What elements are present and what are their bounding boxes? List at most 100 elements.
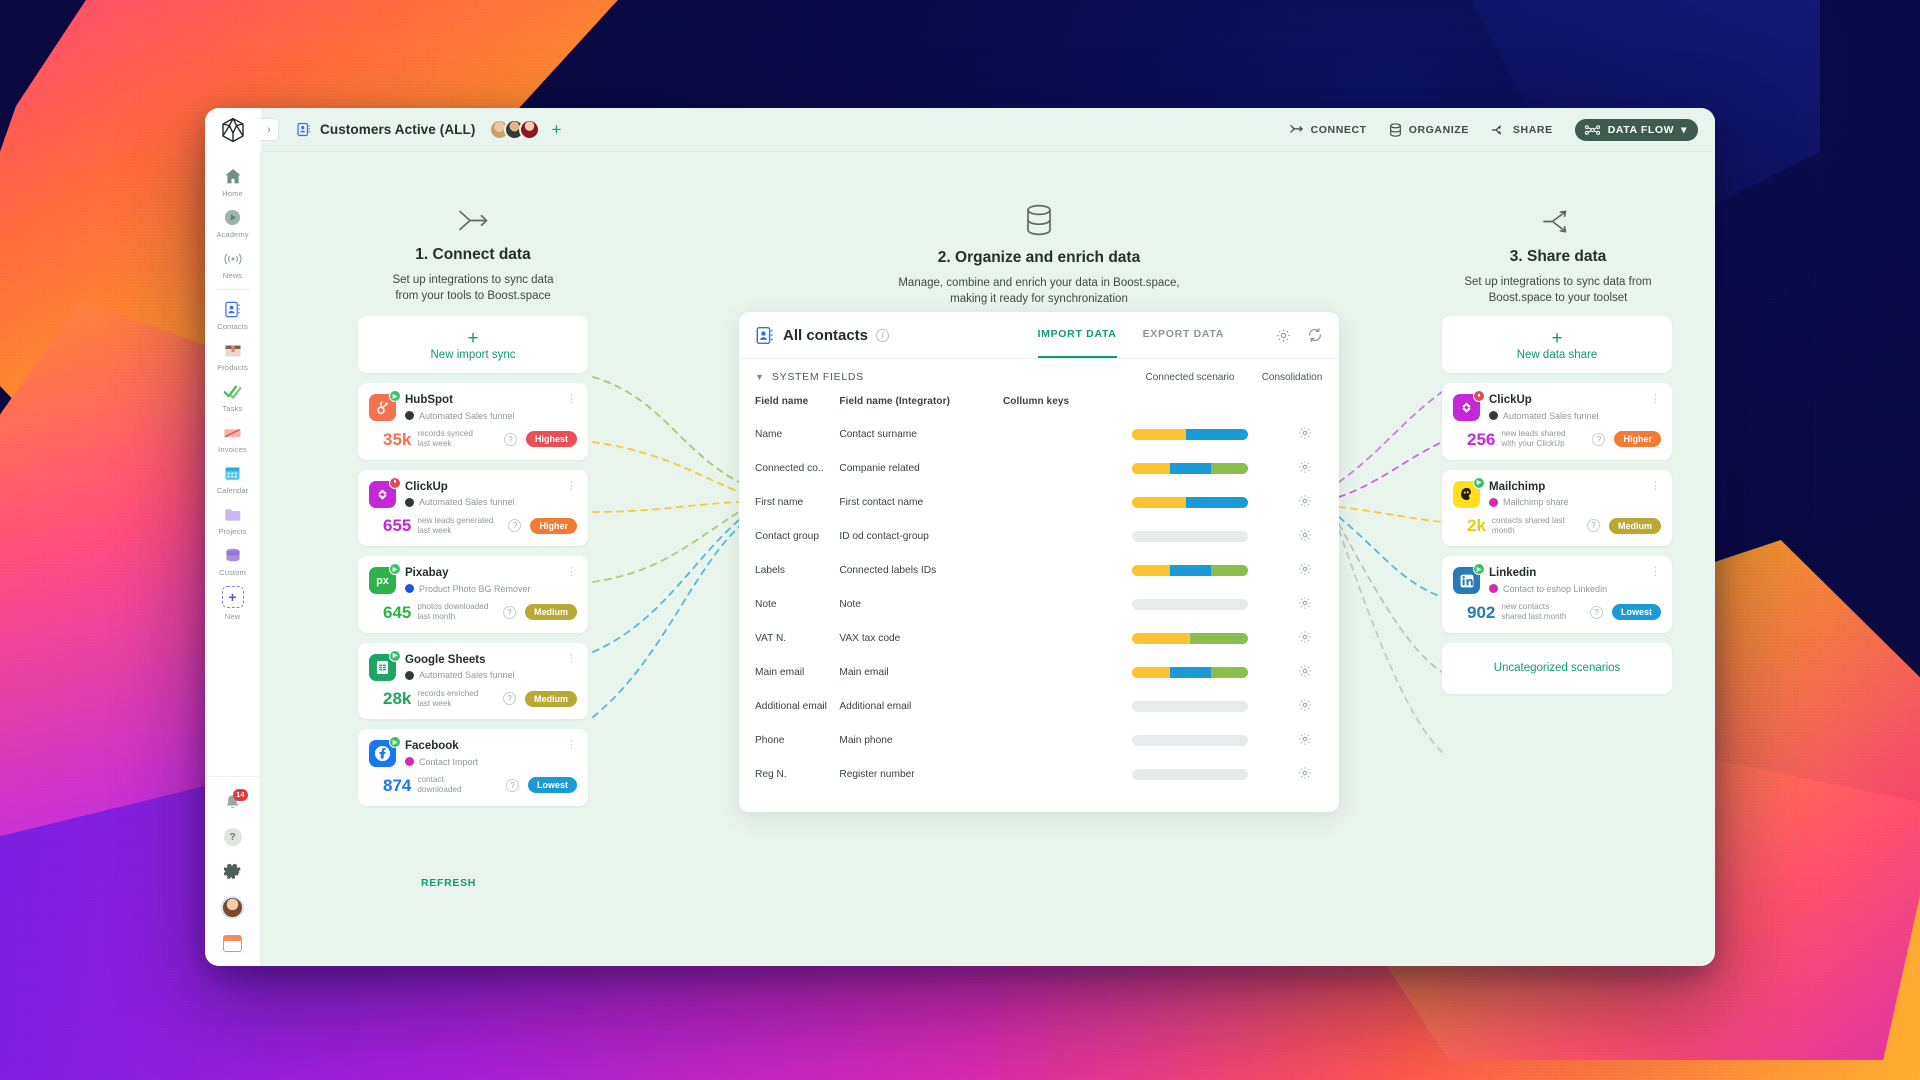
row-settings-button[interactable] (1271, 655, 1339, 689)
refresh-icon[interactable] (1307, 327, 1323, 343)
gear-icon[interactable] (1298, 528, 1312, 542)
info-icon[interactable]: i (876, 328, 890, 342)
sidebar-item-new[interactable]: + New (205, 581, 260, 625)
app-logo[interactable] (205, 108, 261, 152)
share-card-mailchimp[interactable]: ▶ Mailchimp Mailchimp share ⋮ 2k contact… (1442, 469, 1672, 546)
scenario-bar[interactable] (1131, 428, 1248, 440)
notifications-button[interactable]: 14 (224, 789, 248, 812)
sidebar-item-products[interactable]: Products (205, 335, 260, 376)
sidebar-collapse-button[interactable]: › (260, 118, 279, 141)
gear-icon[interactable] (1298, 426, 1312, 440)
help-icon[interactable]: ? (508, 519, 522, 533)
card-menu-button[interactable]: ⋮ (1650, 480, 1661, 492)
system-fields-row[interactable]: ▼ SYSTEM FIELDS Connected scenario Conso… (739, 359, 1339, 389)
integration-card-clickup[interactable]: ⏸ ClickUp Automated Sales funnel ⋮ 655 n… (358, 469, 588, 546)
card-menu-button[interactable]: ⋮ (566, 394, 577, 405)
row-settings-button[interactable] (1271, 519, 1339, 553)
add-member-button[interactable]: + (551, 121, 561, 138)
help-icon[interactable]: ? (1589, 605, 1603, 619)
avatar[interactable] (519, 119, 541, 140)
user-avatar[interactable] (221, 896, 244, 919)
card-menu-button[interactable]: ⋮ (566, 653, 577, 665)
gear-icon[interactable] (1298, 630, 1312, 644)
table-row[interactable]: Contact group ID od contact-group (739, 519, 1339, 553)
row-settings-button[interactable] (1271, 757, 1339, 791)
integration-card-hubspot[interactable]: ▶ HubSpot Automated Sales funnel ⋮ 35k r… (358, 383, 588, 460)
row-settings-button[interactable] (1271, 587, 1339, 621)
card-menu-button[interactable]: ⋮ (566, 740, 577, 751)
scenario-bar[interactable] (1131, 768, 1248, 780)
gear-icon[interactable] (1298, 562, 1312, 576)
sidebar-item-home[interactable]: Home (205, 161, 260, 202)
scenario-bar[interactable] (1131, 700, 1248, 712)
table-row[interactable]: Additional email Additional email (739, 689, 1339, 723)
gear-icon[interactable] (1298, 664, 1312, 678)
help-icon[interactable]: ? (502, 605, 516, 619)
card-menu-button[interactable]: ⋮ (1650, 567, 1661, 578)
scenario-bar[interactable] (1131, 564, 1248, 576)
organize-button[interactable]: ORGANIZE (1389, 122, 1469, 137)
gear-icon[interactable] (1298, 766, 1312, 780)
row-settings-button[interactable] (1271, 723, 1339, 757)
row-settings-button[interactable] (1271, 621, 1339, 655)
row-settings-button[interactable] (1271, 689, 1339, 723)
row-settings-button[interactable] (1271, 451, 1339, 485)
scenario-bar[interactable] (1131, 632, 1248, 644)
refresh-button[interactable]: REFRESH (421, 877, 476, 889)
tab-export-data[interactable]: EXPORT DATA (1143, 312, 1224, 358)
scenario-bar[interactable] (1131, 530, 1248, 542)
share-button[interactable]: SHARE (1491, 124, 1553, 136)
new-data-share-button[interactable]: + New data share (1442, 316, 1672, 373)
store-icon[interactable] (223, 935, 242, 952)
row-settings-button[interactable] (1271, 553, 1339, 587)
table-row[interactable]: Note Note (739, 587, 1339, 621)
gear-icon[interactable] (1298, 494, 1312, 508)
member-avatars[interactable] (489, 119, 541, 140)
help-button[interactable]: ? (223, 828, 242, 846)
gear-icon[interactable] (1298, 460, 1312, 474)
sidebar-item-projects[interactable]: Projects (205, 499, 260, 540)
card-menu-button[interactable]: ⋮ (566, 567, 577, 578)
scenario-bar[interactable] (1131, 598, 1248, 610)
uncategorized-scenarios-button[interactable]: Uncategorized scenarios (1442, 642, 1672, 694)
help-icon[interactable]: ? (503, 432, 517, 446)
table-row[interactable]: Phone Main phone (739, 723, 1339, 757)
share-card-linkedin[interactable]: ▶ Linkedin Contact to eshop Linkedin ⋮ 9… (1442, 556, 1672, 633)
share-card-clickup[interactable]: ⏸ ClickUp Automated Sales funnel ⋮ 256 n… (1442, 383, 1672, 460)
gear-icon[interactable] (1298, 732, 1312, 746)
table-row[interactable]: VAT N. VAX tax code (739, 621, 1339, 655)
sidebar-item-contacts[interactable]: Contacts (205, 294, 260, 335)
scenario-bar[interactable] (1131, 666, 1248, 678)
integration-card-facebook[interactable]: ▶ Facebook Contact Import ⋮ 874 contact … (358, 729, 588, 806)
scenario-bar[interactable] (1131, 462, 1248, 474)
gear-icon[interactable] (1276, 328, 1291, 343)
scenario-bar[interactable] (1131, 734, 1248, 746)
tab-import-data[interactable]: IMPORT DATA (1037, 312, 1117, 358)
gear-icon[interactable] (1298, 698, 1312, 712)
sidebar-item-news[interactable]: News (205, 243, 260, 284)
gear-icon[interactable] (1298, 596, 1312, 610)
integration-card-pixabay[interactable]: px ▶ Pixabay Product Photo BG Remover ⋮ (358, 556, 588, 633)
sidebar-item-calendar[interactable]: Calendar (205, 458, 260, 499)
sidebar-item-academy[interactable]: Academy (205, 202, 260, 243)
row-settings-button[interactable] (1271, 485, 1339, 519)
help-icon[interactable]: ? (1586, 519, 1600, 533)
data-flow-button[interactable]: DATA FLOW ▾ (1574, 118, 1698, 141)
gear-icon[interactable] (223, 862, 242, 880)
sidebar-item-custom[interactable]: Custom (205, 540, 260, 581)
table-row[interactable]: Main email Main email (739, 655, 1339, 689)
table-row[interactable]: Name Contact surname (739, 417, 1339, 451)
table-row[interactable]: Labels Connected labels IDs (739, 553, 1339, 587)
new-import-sync-button[interactable]: + New import sync (358, 316, 588, 373)
help-icon[interactable]: ? (1592, 432, 1606, 446)
help-icon[interactable]: ? (505, 778, 519, 792)
table-row[interactable]: Connected co.. Companie related (739, 451, 1339, 485)
sidebar-item-invoices[interactable]: Invoices (205, 417, 260, 458)
row-settings-button[interactable] (1271, 417, 1339, 451)
table-row[interactable]: First name First contact name (739, 485, 1339, 519)
scenario-bar[interactable] (1131, 496, 1248, 508)
table-row[interactable]: Reg N. Register number (739, 757, 1339, 791)
integration-card-google-sheets[interactable]: ▶ Google Sheets Automated Sales funnel ⋮ (358, 642, 588, 719)
sidebar-item-tasks[interactable]: Tasks (205, 376, 260, 417)
card-menu-button[interactable]: ⋮ (1650, 394, 1661, 405)
